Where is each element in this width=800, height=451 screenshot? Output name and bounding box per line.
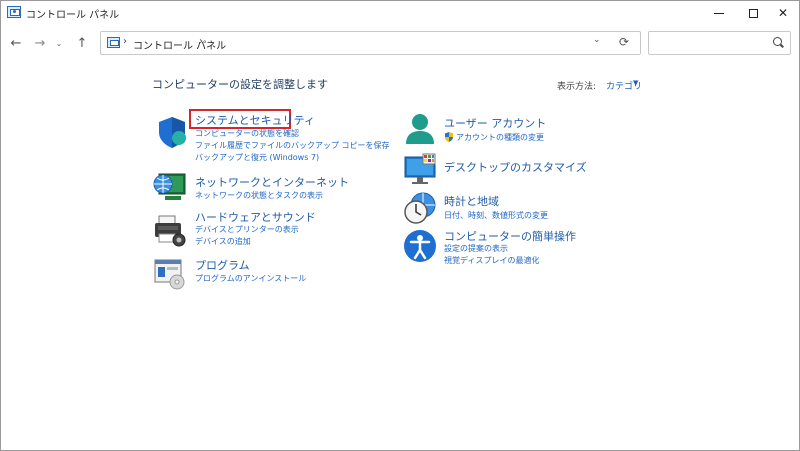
breadcrumb-separator[interactable]: › bbox=[199, 36, 203, 47]
printer-icon[interactable] bbox=[153, 214, 187, 248]
minimize-button[interactable] bbox=[701, 1, 737, 25]
up-button[interactable]: ↑ bbox=[73, 33, 91, 53]
user-account-icon[interactable] bbox=[403, 112, 437, 146]
programs-icon[interactable] bbox=[153, 256, 187, 290]
category-hardware-sound[interactable]: ハードウェアとサウンド bbox=[195, 209, 316, 225]
link-add-device[interactable]: デバイスの追加 bbox=[195, 236, 251, 247]
link-optimize-visual-display[interactable]: 視覚ディスプレイの最適化 bbox=[444, 255, 539, 266]
category-network-internet[interactable]: ネットワークとインターネット bbox=[195, 174, 349, 190]
title-bar[interactable]: コントロール パネル ✕ bbox=[1, 1, 799, 25]
link-backup-restore[interactable]: バックアップと復元 (Windows 7) bbox=[195, 152, 319, 163]
maximize-icon bbox=[748, 8, 758, 18]
link-suggested-settings[interactable]: 設定の提案の表示 bbox=[444, 243, 508, 254]
control-panel-icon bbox=[107, 37, 120, 48]
forward-button[interactable]: → bbox=[31, 33, 49, 53]
window-title: コントロール パネル bbox=[26, 10, 120, 21]
breadcrumb-control-panel[interactable]: コントロール パネル bbox=[133, 37, 226, 52]
category-ease-of-access[interactable]: コンピューターの簡単操作 bbox=[444, 228, 576, 244]
chevron-down-icon[interactable]: ▼ bbox=[633, 79, 638, 87]
back-button[interactable]: ← bbox=[7, 33, 25, 53]
control-panel-window: コントロール パネル ✕ ← → ⌄ ↑ › コントロール パネル › ⌄ ⟳ … bbox=[0, 0, 800, 451]
search-icon[interactable] bbox=[773, 37, 782, 46]
category-clock-region[interactable]: 時計と地域 bbox=[444, 193, 499, 209]
page-title: コンピューターの設定を調整します bbox=[152, 78, 328, 91]
view-by-label: 表示方法: bbox=[557, 82, 597, 92]
link-uninstall-program[interactable]: プログラムのアンインストール bbox=[195, 273, 306, 284]
refresh-button[interactable]: ⟳ bbox=[619, 35, 629, 49]
control-panel-icon bbox=[7, 6, 21, 18]
close-button[interactable]: ✕ bbox=[765, 1, 800, 25]
address-dropdown-button[interactable]: ⌄ bbox=[593, 35, 601, 45]
search-input[interactable] bbox=[648, 31, 791, 55]
shield-icon[interactable] bbox=[155, 115, 189, 149]
desktop-personalization-icon[interactable] bbox=[403, 153, 437, 187]
link-file-history-backup[interactable]: ファイル履歴でファイルのバックアップ コピーを保存 bbox=[195, 140, 390, 151]
accessibility-icon[interactable] bbox=[403, 229, 437, 263]
navigation-bar: ← → ⌄ ↑ › コントロール パネル › ⌄ ⟳ bbox=[1, 29, 799, 57]
category-desktop-customization[interactable]: デスクトップのカスタマイズ bbox=[444, 159, 587, 175]
breadcrumb-separator[interactable]: › bbox=[123, 36, 127, 47]
category-system-security[interactable]: システムとセキュリティ bbox=[195, 112, 315, 128]
clock-region-icon[interactable] bbox=[403, 191, 437, 225]
minimize-icon bbox=[714, 13, 724, 14]
link-change-account-type[interactable]: アカウントの種類の変更 bbox=[456, 132, 544, 143]
network-globe-icon[interactable] bbox=[153, 170, 187, 204]
recent-locations-button[interactable]: ⌄ bbox=[53, 33, 65, 53]
link-check-computer-status[interactable]: コンピューターの状態を確認 bbox=[195, 128, 299, 139]
uac-shield-icon bbox=[445, 132, 453, 142]
category-user-accounts[interactable]: ユーザー アカウント bbox=[444, 115, 546, 131]
link-devices-printers[interactable]: デバイスとプリンターの表示 bbox=[195, 224, 299, 235]
link-network-status[interactable]: ネットワークの状態とタスクの表示 bbox=[195, 190, 323, 201]
category-programs[interactable]: プログラム bbox=[195, 257, 250, 273]
link-date-time-number-format[interactable]: 日付、時刻、数値形式の変更 bbox=[444, 210, 548, 221]
address-bar[interactable]: › コントロール パネル › ⌄ ⟳ bbox=[100, 31, 641, 55]
